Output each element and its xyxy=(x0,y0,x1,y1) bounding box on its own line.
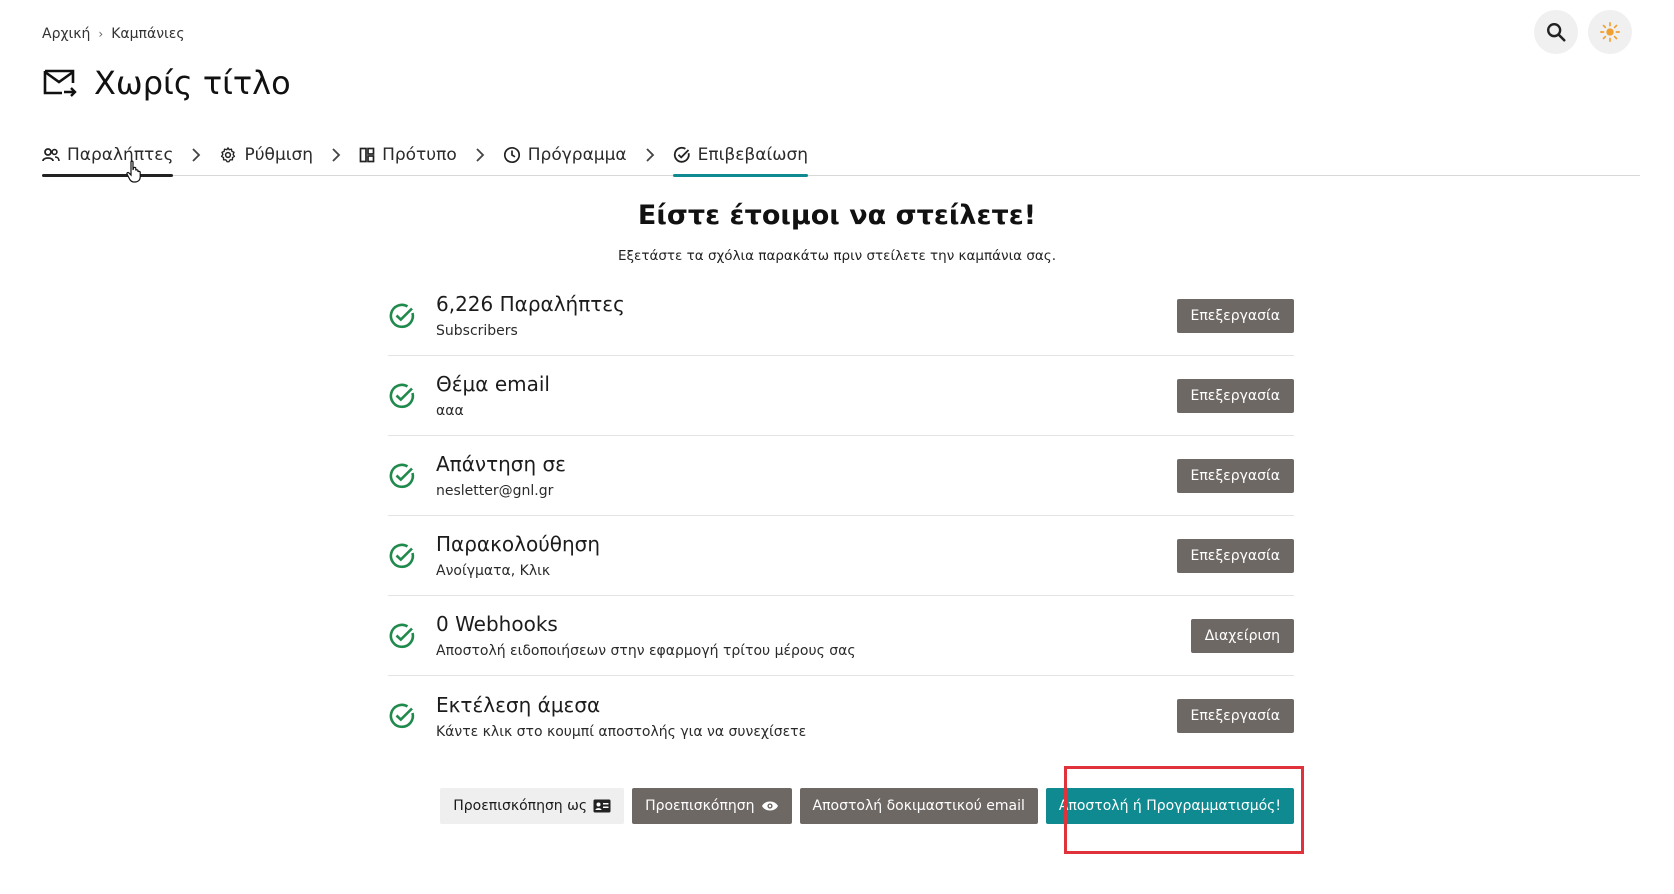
tab-schedule-label: Πρόγραμμα xyxy=(527,145,627,165)
top-actions xyxy=(1534,10,1632,54)
page-title: Χωρίς τίτλο xyxy=(94,64,291,102)
item-title: Παρακολούθηση xyxy=(436,532,601,556)
edit-subject-button[interactable]: Επεξεργασία xyxy=(1176,378,1294,413)
layout-icon xyxy=(359,147,375,163)
breadcrumb-separator: › xyxy=(98,27,104,41)
preview-as-button[interactable]: Προεπισκόπηση ως xyxy=(440,788,625,824)
check-circle-icon xyxy=(389,543,415,568)
check-circle-icon xyxy=(389,703,415,729)
tab-template[interactable]: Πρότυπο xyxy=(359,136,457,174)
tab-settings[interactable]: Ρύθμιση xyxy=(219,136,313,174)
preview-button[interactable]: Προεπισκόπηση xyxy=(632,788,792,824)
item-title: Απάντηση σε xyxy=(436,452,566,476)
list-item: Θέμα email ααα Επεξεργασία xyxy=(388,356,1294,436)
bottom-actions: Προεπισκόπηση ως Προεπισκόπηση Αποστολή … xyxy=(440,788,1294,824)
check-circle-icon xyxy=(389,623,415,648)
wizard-tabs: Παραλήπτες Ρύθμιση Πρότυπο Πρόγραμμα Επι… xyxy=(42,136,1640,177)
tab-confirmation-label: Επιβεβαίωση xyxy=(697,145,808,165)
search-icon xyxy=(1547,23,1566,42)
hand-cursor-icon xyxy=(126,160,141,183)
item-subtitle: Αποστολή ειδοποιήσεων στην εφαρμογή τρίτ… xyxy=(436,643,856,659)
tab-recipients-label: Παραλήπτες xyxy=(67,145,174,165)
edit-recipients-button[interactable]: Επεξεργασία xyxy=(1176,298,1294,333)
list-item: Εκτέλεση άμεσα Κάντε κλικ στο κουμπί απο… xyxy=(388,676,1294,756)
breadcrumb-home[interactable]: Αρχική xyxy=(42,26,90,42)
theme-toggle-button[interactable] xyxy=(1588,10,1632,54)
review-checklist: 6,226 Παραλήπτες Subscribers Επεξεργασία… xyxy=(388,276,1294,756)
edit-reply-to-button[interactable]: Επεξεργασία xyxy=(1176,458,1294,493)
list-item: 0 Webhooks Αποστολή ειδοποιήσεων στην εφ… xyxy=(388,596,1294,676)
tab-schedule[interactable]: Πρόγραμμα xyxy=(503,136,627,174)
list-item: Παρακολούθηση Ανοίγματα, Κλικ Επεξεργασί… xyxy=(388,516,1294,596)
breadcrumb: Αρχική › Καμπάνιες xyxy=(42,26,185,42)
sun-icon xyxy=(1600,22,1620,42)
item-title: Εκτέλεση άμεσα xyxy=(436,692,601,717)
search-button[interactable] xyxy=(1534,10,1578,54)
edit-tracking-button[interactable]: Επεξεργασία xyxy=(1176,538,1294,573)
chevron-right-icon xyxy=(475,136,485,174)
send-or-schedule-button[interactable]: Αποστολή ή Προγραμματισμός! xyxy=(1045,788,1294,824)
title-row: Χωρίς τίτλο xyxy=(42,64,291,102)
eye-icon xyxy=(761,801,778,811)
preview-label: Προεπισκόπηση xyxy=(645,798,755,814)
item-title: Θέμα email xyxy=(436,372,550,396)
chevron-right-icon xyxy=(191,136,201,174)
tab-confirmation[interactable]: Επιβεβαίωση xyxy=(672,136,809,177)
tab-settings-label: Ρύθμιση xyxy=(244,145,314,165)
check-circle-icon xyxy=(389,303,415,328)
gear-icon xyxy=(221,147,236,163)
item-title: 6,226 Παραλήπτες xyxy=(436,292,625,316)
check-circle-icon xyxy=(389,463,415,488)
check-circle-icon xyxy=(389,383,415,408)
item-subtitle: ααα xyxy=(436,403,464,419)
tab-recipients[interactable]: Παραλήπτες xyxy=(42,136,174,177)
chevron-right-icon xyxy=(645,136,655,174)
send-test-email-button[interactable]: Αποστολή δοκιμαστικού email xyxy=(799,788,1038,824)
mail-send-icon xyxy=(43,69,77,97)
breadcrumb-campaigns[interactable]: Καμπάνιες xyxy=(111,26,184,42)
tab-template-label: Πρότυπο xyxy=(382,145,457,165)
users-icon xyxy=(42,148,60,162)
preview-as-label: Προεπισκόπηση ως xyxy=(453,798,588,814)
chevron-right-icon xyxy=(331,136,341,174)
ready-heading: Είστε έτοιμοι να στείλετε! xyxy=(637,200,1037,231)
item-subtitle: Ανοίγματα, Κλικ xyxy=(436,563,551,579)
list-item: 6,226 Παραλήπτες Subscribers Επεξεργασία xyxy=(388,276,1294,356)
check-circle-icon xyxy=(673,146,690,163)
item-subtitle: Κάντε κλικ στο κουμπί αποστολής για να σ… xyxy=(436,723,807,740)
item-subtitle: nesletter@gnl.gr xyxy=(436,483,554,499)
item-subtitle: Subscribers xyxy=(436,323,518,339)
manage-webhooks-button[interactable]: Διαχείριση xyxy=(1190,618,1294,653)
ready-subheading: Εξετάστε τα σχόλια παρακάτω πριν στείλετ… xyxy=(617,248,1056,264)
item-title: 0 Webhooks xyxy=(436,612,558,636)
edit-schedule-button[interactable]: Επεξεργασία xyxy=(1176,699,1294,733)
contact-card-icon xyxy=(593,799,611,813)
list-item: Απάντηση σε nesletter@gnl.gr Επεξεργασία xyxy=(388,436,1294,516)
clock-icon xyxy=(503,146,520,164)
